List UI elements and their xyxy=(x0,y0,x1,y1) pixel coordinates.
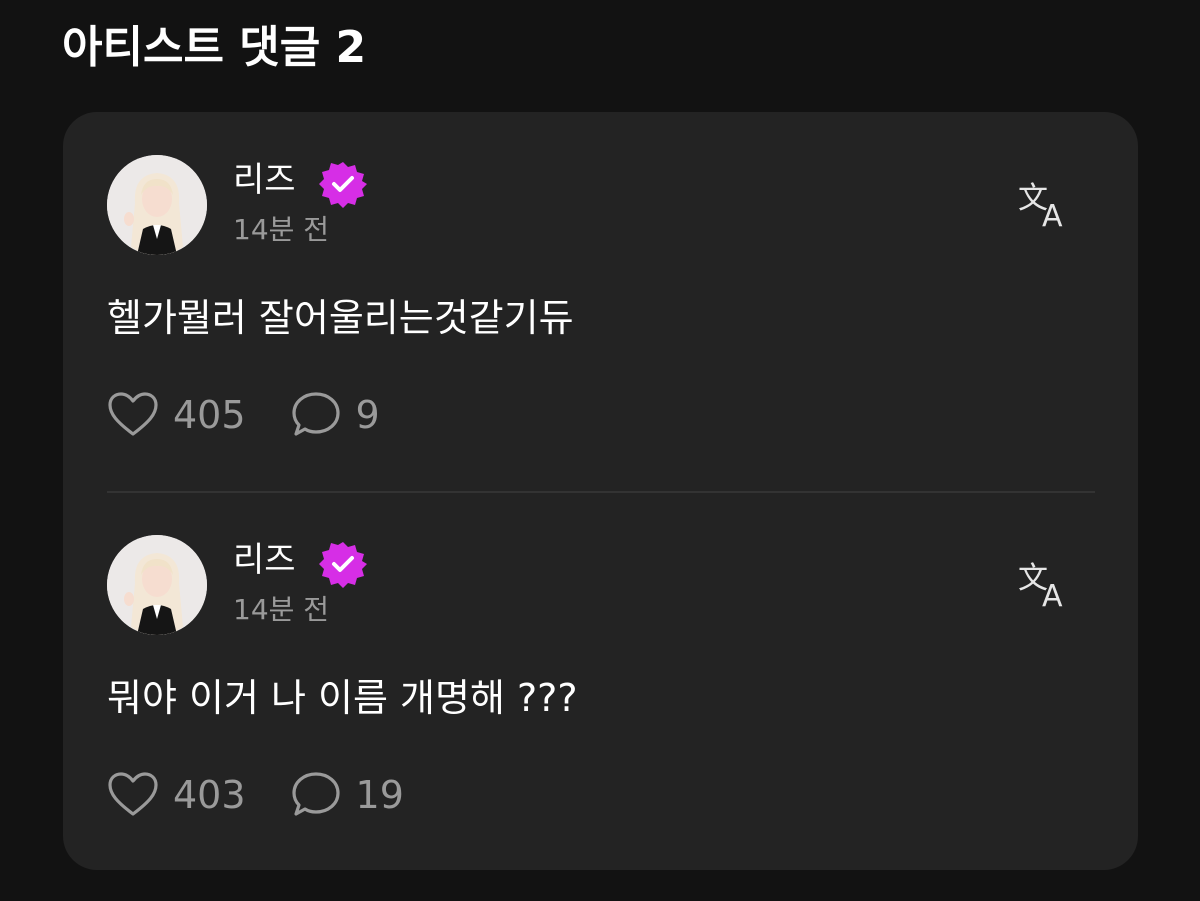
comment-actions: 405 9 xyxy=(107,390,380,440)
artist-comments-page: 아티스트 댓글 2 리즈 14분 전 文 A 헬가뭘러 잘어울리는것같기듀 40… xyxy=(0,0,1200,901)
author-name[interactable]: 리즈 xyxy=(233,158,296,202)
comment-actions: 403 19 xyxy=(107,770,404,820)
section-title: 아티스트 댓글 2 xyxy=(62,22,367,73)
heart-icon xyxy=(108,392,158,436)
svg-text:A: A xyxy=(1042,579,1063,610)
verified-badge-icon xyxy=(319,540,367,588)
speech-bubble-icon xyxy=(291,772,340,816)
comments-card: 리즈 14분 전 文 A 헬가뭘러 잘어울리는것같기듀 405 9 리즈 14분… xyxy=(63,112,1138,870)
speech-bubble-icon xyxy=(291,392,340,436)
like-count: 405 xyxy=(173,393,246,437)
like-button[interactable]: 403 xyxy=(107,770,246,820)
comment-text: 헬가뭘러 잘어울리는것같기듀 xyxy=(107,296,574,340)
comment-item: 리즈 14분 전 文 A 헬가뭘러 잘어울리는것같기듀 405 9 xyxy=(63,112,1138,492)
comment-time: 14분 전 xyxy=(233,593,330,626)
heart-icon xyxy=(108,772,158,816)
author-name[interactable]: 리즈 xyxy=(233,538,296,582)
verified-badge-icon xyxy=(319,160,367,208)
avatar[interactable] xyxy=(107,155,207,255)
avatar[interactable] xyxy=(107,535,207,635)
comment-item: 리즈 14분 전 文 A 뭐야 이거 나 이름 개명해 ??? 403 19 xyxy=(63,492,1138,870)
reply-count: 9 xyxy=(355,393,380,437)
comment-text: 뭐야 이거 나 이름 개명해 ??? xyxy=(107,676,578,720)
reply-count: 19 xyxy=(355,773,404,817)
reply-button[interactable]: 19 xyxy=(291,770,404,820)
like-button[interactable]: 405 xyxy=(107,390,246,440)
comment-time: 14분 전 xyxy=(233,213,330,246)
reply-button[interactable]: 9 xyxy=(291,390,380,440)
svg-text:A: A xyxy=(1042,199,1063,230)
like-count: 403 xyxy=(173,773,246,817)
translate-icon[interactable]: 文 A xyxy=(1016,558,1072,614)
translate-icon[interactable]: 文 A xyxy=(1016,178,1072,234)
